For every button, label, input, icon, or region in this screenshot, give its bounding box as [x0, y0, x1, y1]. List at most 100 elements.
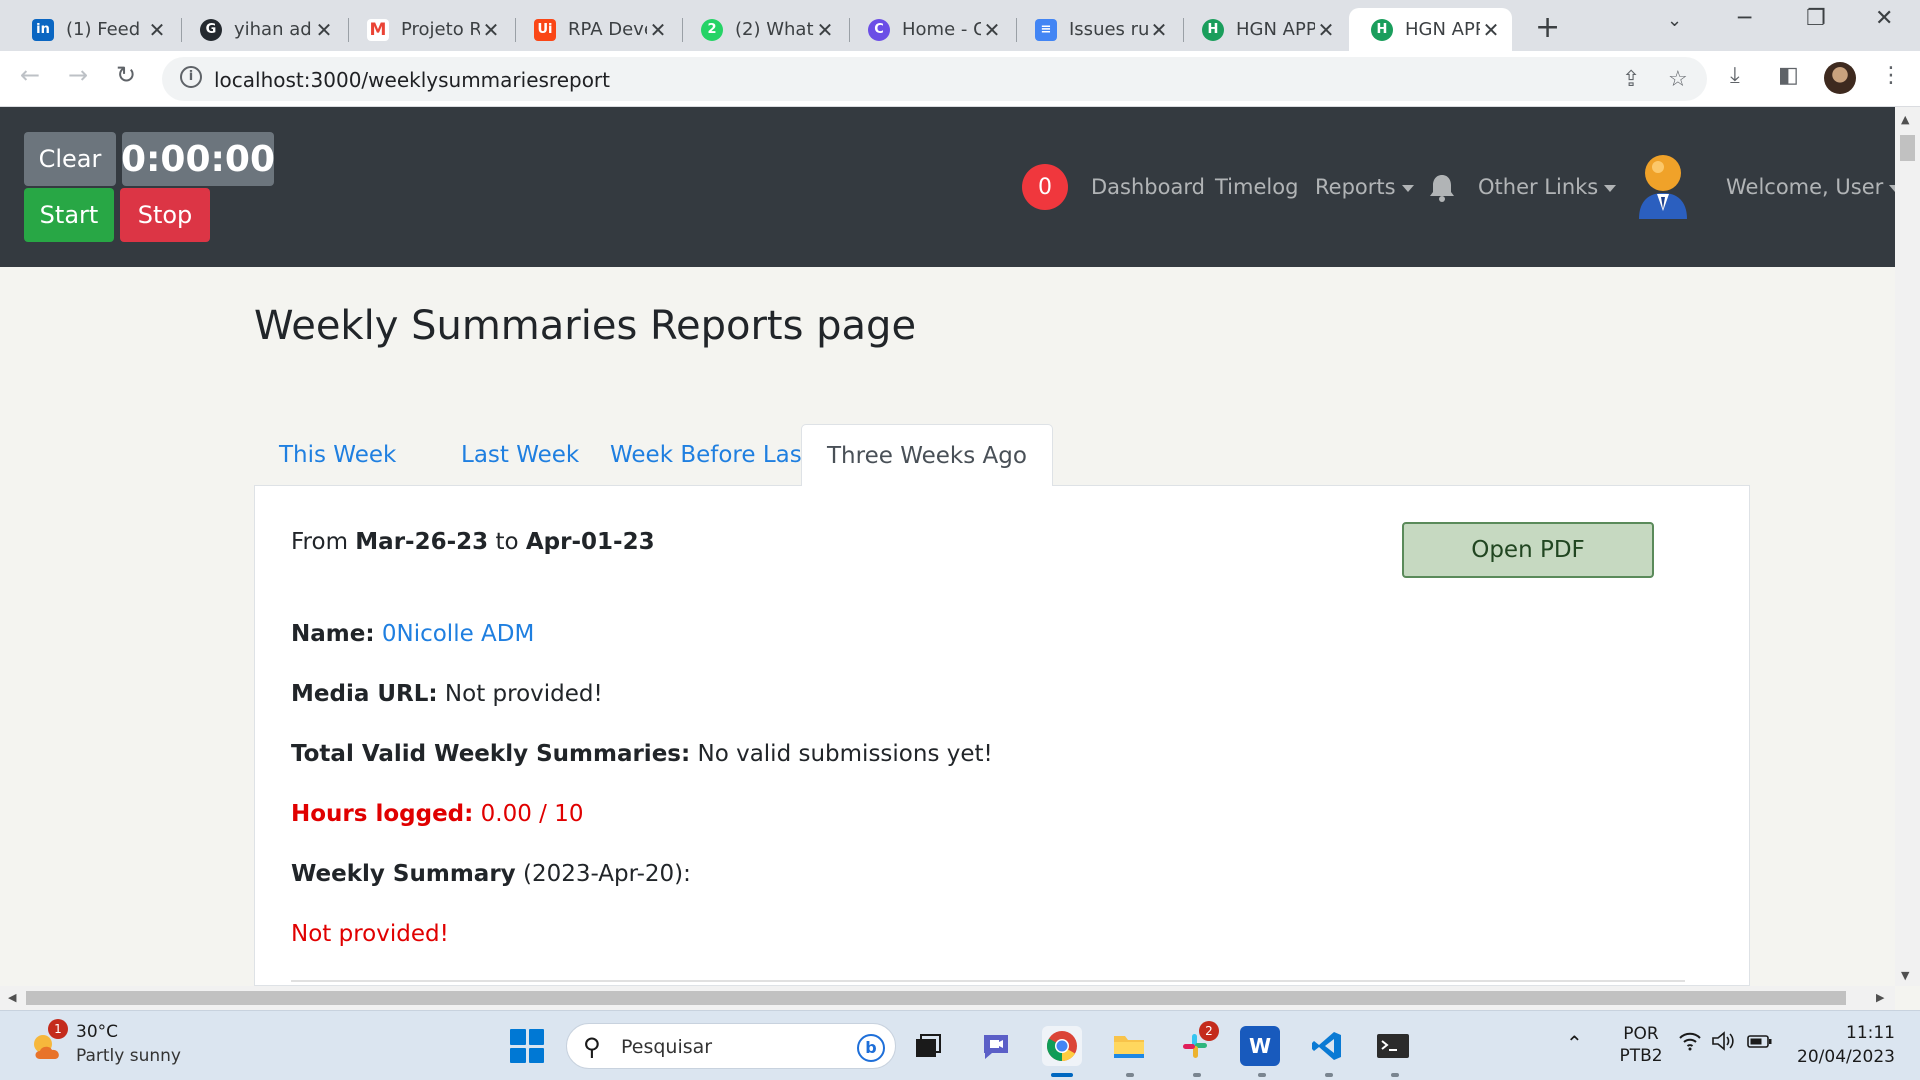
profile-avatar[interactable]: [1824, 62, 1856, 94]
browser-tab-linkedin[interactable]: in (1) Feed ✕: [10, 8, 178, 51]
forward-icon[interactable]: →: [68, 61, 88, 89]
browser-tab-title: (1) Feed: [66, 19, 141, 40]
show-hidden-icons-chevron-up-icon[interactable]: ⌃: [1566, 1031, 1583, 1055]
scrollbar-thumb[interactable]: [1900, 135, 1915, 161]
back-icon[interactable]: ←: [20, 61, 40, 89]
app-active-indicator: [1051, 1073, 1073, 1077]
open-pdf-button[interactable]: Open PDF: [1402, 522, 1654, 578]
system-clock[interactable]: 11:11 20/04/2023: [1785, 1021, 1895, 1069]
bookmark-star-icon[interactable]: ☆: [1668, 67, 1688, 92]
scrollbar-thumb[interactable]: [26, 991, 1846, 1005]
menu-kebab-icon[interactable]: ⋮: [1880, 63, 1902, 88]
app-running-indicator: [1325, 1073, 1333, 1077]
tab-search-icon[interactable]: ⌄: [1667, 10, 1682, 31]
nav-timelog[interactable]: Timelog: [1215, 175, 1298, 199]
hours-logged-label: Hours logged:: [291, 801, 474, 827]
close-icon[interactable]: ✕: [647, 18, 669, 42]
name-link[interactable]: 0Nicolle ADM: [382, 621, 534, 647]
scroll-right-icon[interactable]: ▶: [1876, 991, 1884, 1004]
terminal-icon[interactable]: [1373, 1026, 1413, 1066]
nav-reports-label: Reports: [1315, 175, 1396, 199]
notification-count-badge[interactable]: 0: [1022, 164, 1068, 210]
reload-icon[interactable]: ↻: [116, 61, 136, 89]
windows-taskbar: 1 30°C Partly sunny ⚲ Pesquisar b 2 W ⌃ …: [0, 1010, 1920, 1080]
close-icon[interactable]: ✕: [1315, 18, 1337, 42]
tab-this-week[interactable]: This Week: [254, 424, 421, 486]
weather-temperature[interactable]: 30°C: [76, 1022, 118, 1042]
tab-three-weeks-ago[interactable]: Three Weeks Ago: [801, 424, 1053, 487]
nav-reports-dropdown[interactable]: Reports: [1315, 175, 1414, 199]
site-info-icon[interactable]: i: [180, 66, 202, 88]
scroll-left-icon[interactable]: ◀: [8, 991, 16, 1004]
browser-tab-canva[interactable]: C Home - C ✕: [846, 8, 1013, 51]
windows-start-icon[interactable]: [510, 1029, 544, 1063]
task-view-icon[interactable]: [908, 1026, 948, 1066]
canva-icon: C: [868, 18, 890, 41]
share-icon[interactable]: ⇪: [1622, 67, 1640, 92]
new-tab-icon[interactable]: +: [1535, 10, 1560, 45]
tab-week-before-last[interactable]: Week Before Last: [585, 424, 836, 486]
input-language-indicator[interactable]: POR PTB2: [1616, 1023, 1666, 1067]
close-icon[interactable]: ✕: [480, 18, 502, 42]
close-icon[interactable]: ✕: [146, 18, 168, 42]
bing-icon[interactable]: b: [857, 1034, 885, 1062]
weekly-summary-card: From Mar-26-23 to Apr-01-23 Open PDF Nam…: [254, 486, 1750, 986]
card-divider: [291, 980, 1685, 982]
close-icon[interactable]: ✕: [313, 18, 335, 42]
timer-clear-button[interactable]: Clear: [24, 132, 116, 186]
browser-tab-whatsapp[interactable]: 2 (2) What ✕: [679, 8, 846, 51]
total-summaries-label: Total Valid Weekly Summaries:: [291, 741, 691, 767]
word-icon[interactable]: W: [1240, 1026, 1280, 1066]
close-icon[interactable]: ✕: [1148, 18, 1170, 42]
close-icon[interactable]: ✕: [1480, 18, 1502, 42]
weather-description[interactable]: Partly sunny: [76, 1046, 181, 1066]
browser-tab-docs[interactable]: ≡ Issues ru ✕: [1013, 8, 1180, 51]
browser-tab-hgn-active[interactable]: H HGN APP ✕: [1349, 8, 1512, 51]
close-window-icon[interactable]: ✕: [1875, 6, 1893, 31]
wifi-icon[interactable]: [1678, 1031, 1702, 1056]
nav-welcome-dropdown[interactable]: Welcome, User: [1726, 175, 1902, 199]
browser-tab-github[interactable]: G yihan ad ✕: [178, 8, 345, 51]
hours-logged-row: Hours logged: 0.00 / 10: [291, 801, 584, 827]
vscode-icon[interactable]: [1307, 1026, 1347, 1066]
search-icon: ⚲: [583, 1033, 601, 1061]
taskbar-search-input[interactable]: ⚲ Pesquisar b: [566, 1023, 896, 1069]
gmail-icon: M: [367, 18, 389, 41]
address-url[interactable]: localhost:3000/weeklysummariesreport: [214, 68, 610, 92]
tab-last-week[interactable]: Last Week: [436, 424, 604, 486]
scroll-up-icon[interactable]: ▲: [1901, 113, 1909, 126]
browser-tab-gmail[interactable]: M Projeto R ✕: [345, 8, 512, 51]
browser-tab-title: Projeto R: [401, 19, 480, 40]
slack-notification-badge: 2: [1199, 1021, 1219, 1041]
battery-icon[interactable]: [1747, 1031, 1773, 1056]
timer-stop-button[interactable]: Stop: [120, 188, 210, 242]
address-bar[interactable]: i localhost:3000/weeklysummariesreport ⇪…: [162, 57, 1707, 101]
vertical-scrollbar[interactable]: ▲ ▼: [1895, 107, 1920, 986]
minimize-icon[interactable]: ─: [1738, 6, 1751, 31]
download-icon[interactable]: ⤓: [1730, 63, 1740, 88]
teams-chat-icon[interactable]: [976, 1026, 1016, 1066]
media-url-value: Not provided!: [444, 681, 603, 707]
nav-dashboard[interactable]: Dashboard: [1091, 175, 1205, 199]
user-avatar-icon[interactable]: [1635, 151, 1691, 221]
volume-icon[interactable]: [1711, 1031, 1737, 1056]
browser-tab-hgn[interactable]: H HGN APP ✕: [1180, 8, 1347, 51]
restore-icon[interactable]: ❐: [1806, 6, 1826, 31]
close-icon[interactable]: ✕: [814, 18, 836, 42]
close-icon[interactable]: ✕: [981, 18, 1003, 42]
browser-tab-uipath[interactable]: Ui RPA Deve ✕: [512, 8, 679, 51]
date-range-end: Apr-01-23: [525, 529, 655, 555]
hours-logged-value: 0.00 / 10: [480, 801, 584, 827]
timer-start-button[interactable]: Start: [24, 188, 114, 242]
browser-tab-title: Home - C: [902, 19, 981, 40]
bell-icon[interactable]: [1428, 173, 1456, 203]
side-panel-icon[interactable]: ◧: [1778, 63, 1799, 88]
app-running-indicator: [1391, 1073, 1399, 1077]
clock-time: 11:11: [1846, 1023, 1895, 1043]
linkedin-icon: in: [32, 18, 54, 41]
horizontal-scrollbar[interactable]: ◀ ▶: [0, 986, 1895, 1010]
file-explorer-icon[interactable]: [1109, 1026, 1149, 1066]
nav-other-links-dropdown[interactable]: Other Links: [1478, 175, 1617, 199]
chrome-icon[interactable]: [1042, 1026, 1082, 1066]
scroll-down-icon[interactable]: ▼: [1901, 969, 1909, 982]
